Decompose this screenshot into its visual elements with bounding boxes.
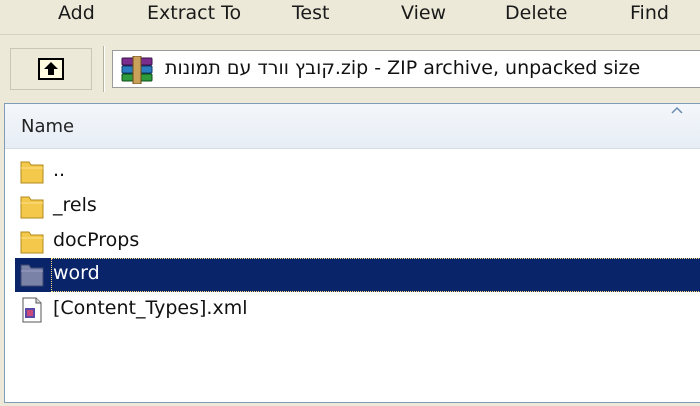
winrar-archive-icon: [121, 56, 153, 84]
folder-icon: [20, 231, 44, 254]
sort-ascending-icon: [671, 106, 683, 114]
item-name: docProps: [53, 229, 140, 251]
toolbar: Add Extract To Test View Delete Find: [0, 0, 700, 35]
address-bar: קובץ וורד עם תמונות.zip - ZIP archive, u…: [0, 40, 700, 102]
folder-icon: [20, 196, 44, 219]
list-item[interactable]: [Content_Types].xml: [15, 293, 700, 327]
up-folder-button[interactable]: [10, 48, 92, 90]
folder-icon: [20, 264, 44, 287]
file-list: Name .. _rels docProps word [Content_Typ…: [4, 103, 700, 403]
extract-to-button[interactable]: Extract To: [147, 2, 241, 24]
xml-file-icon: [22, 297, 42, 323]
toolbar-separator: [103, 46, 105, 92]
add-button[interactable]: Add: [58, 2, 95, 24]
list-item[interactable]: ..: [15, 155, 700, 189]
item-name: _rels: [53, 194, 97, 216]
path-display[interactable]: קובץ וורד עם תמונות.zip - ZIP archive, u…: [112, 50, 700, 88]
column-header-label: Name: [21, 116, 75, 137]
archive-path-text: קובץ וורד עם תמונות.zip - ZIP archive, u…: [165, 57, 641, 79]
view-button[interactable]: View: [401, 2, 446, 24]
find-button[interactable]: Find: [630, 2, 669, 24]
delete-button[interactable]: Delete: [505, 2, 567, 24]
up-folder-icon: [38, 58, 64, 80]
list-item[interactable]: docProps: [15, 225, 700, 259]
list-item[interactable]: _rels: [15, 190, 700, 224]
test-button[interactable]: Test: [292, 2, 329, 24]
item-name: [Content_Types].xml: [53, 297, 248, 319]
folder-icon: [20, 161, 44, 184]
list-item-selected[interactable]: word: [15, 258, 700, 292]
column-header-name[interactable]: Name: [5, 104, 700, 149]
item-name: word: [53, 262, 100, 284]
focus-rectangle: [51, 258, 700, 292]
item-name: ..: [53, 159, 66, 181]
